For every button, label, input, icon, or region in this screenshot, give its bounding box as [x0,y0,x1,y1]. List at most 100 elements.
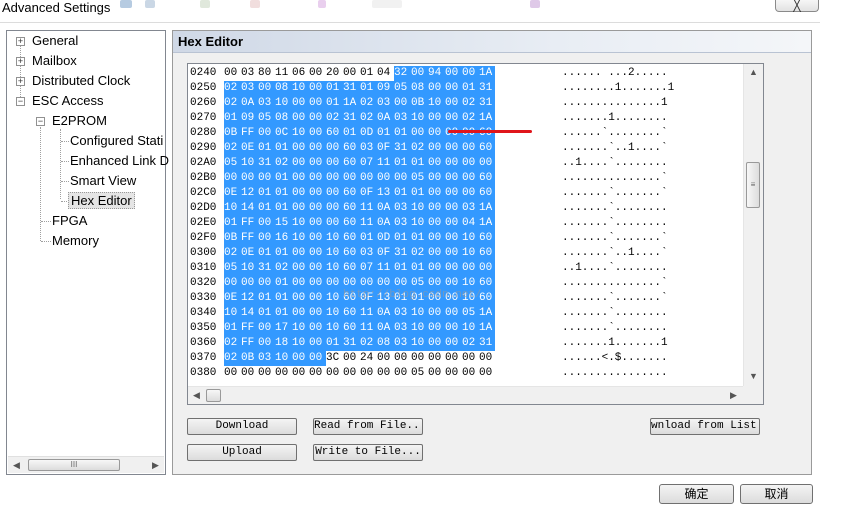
hex-byte[interactable]: 00 [258,126,275,141]
hex-byte[interactable]: 00 [462,186,479,201]
scroll-thumb[interactable] [206,389,221,402]
hex-byte[interactable]: 03 [241,81,258,96]
hex-byte[interactable]: 11 [377,156,394,171]
hex-byte[interactable]: 01 [394,231,411,246]
hex-byte[interactable]: 10 [224,306,241,321]
scroll-left-icon[interactable]: ◀ [8,457,25,473]
hex-byte[interactable]: 31 [394,246,411,261]
hex-byte[interactable]: 02 [224,246,241,261]
hex-byte[interactable]: 00 [292,366,309,381]
hex-byte[interactable]: 00 [326,171,343,186]
hex-byte[interactable]: 03 [360,246,377,261]
hex-byte[interactable]: 00 [377,351,394,366]
hex-byte[interactable]: 08 [275,81,292,96]
hex-byte[interactable]: 05 [411,366,428,381]
hex-byte[interactable]: 00 [258,276,275,291]
hex-byte[interactable]: 03 [258,96,275,111]
hex-byte[interactable]: 10 [462,321,479,336]
hex-byte[interactable]: 10 [462,231,479,246]
hex-bytes[interactable]: 02 0A 03 10 00 00 01 1A 02 03 00 0B 10 00 02 31 [224,96,495,111]
hex-byte[interactable]: 05 [224,261,241,276]
hex-byte[interactable]: 00 [445,216,462,231]
hex-byte[interactable]: 01 [224,216,241,231]
tree-item-fpga[interactable]: FPGA [50,212,89,230]
hex-byte[interactable]: 00 [428,351,445,366]
hex-byte[interactable]: 00 [309,111,326,126]
hex-byte[interactable]: 00 [428,81,445,96]
hex-byte[interactable]: 15 [275,216,292,231]
hex-byte[interactable]: 00 [292,261,309,276]
hex-byte[interactable]: 07 [360,261,377,276]
hex-byte[interactable]: 10 [326,261,343,276]
hex-byte[interactable]: 60 [343,141,360,156]
hex-bytes[interactable]: 05 10 31 02 00 00 00 60 07 11 01 01 00 00 00 00 [224,156,495,171]
hex-bytes[interactable]: 01 09 05 08 00 00 02 31 02 0A 03 10 00 00 02 1A [224,111,495,126]
hex-byte[interactable]: 60 [343,186,360,201]
hex-byte[interactable]: 60 [479,246,495,261]
hex-byte[interactable]: 09 [377,81,394,96]
hex-byte[interactable]: 00 [445,306,462,321]
hex-bytes[interactable]: 01 FF 00 17 10 00 10 60 11 0A 03 10 00 00 10 1A [224,321,495,336]
hex-byte[interactable]: 18 [275,336,292,351]
collapse-icon[interactable]: − [16,97,25,106]
hex-byte[interactable]: 12 [241,291,258,306]
hex-byte[interactable]: 60 [343,246,360,261]
hex-byte[interactable]: 00 [292,96,309,111]
hex-byte[interactable]: 14 [241,201,258,216]
hex-byte[interactable]: 03 [394,111,411,126]
hex-byte[interactable]: 14 [241,306,258,321]
hex-byte[interactable]: 00 [275,366,292,381]
hex-byte[interactable]: 94 [428,66,445,81]
hex-byte[interactable]: 00 [241,276,258,291]
hex-byte[interactable]: 03 [394,201,411,216]
hex-byte[interactable]: 13 [377,186,394,201]
hex-byte[interactable]: 04 [377,66,394,81]
hex-byte[interactable]: 31 [479,96,495,111]
hex-byte[interactable]: 00 [445,81,462,96]
hex-byte[interactable]: 10 [292,231,309,246]
hex-byte[interactable]: 07 [360,156,377,171]
hex-byte[interactable]: 00 [309,306,326,321]
hex-byte[interactable]: 03 [394,216,411,231]
hex-byte[interactable]: 0A [377,321,394,336]
hex-byte[interactable]: 00 [428,201,445,216]
hex-byte[interactable]: 02 [462,336,479,351]
hex-byte[interactable]: 10 [292,216,309,231]
hex-byte[interactable]: 16 [275,231,292,246]
hex-byte[interactable]: 01 [411,156,428,171]
hex-byte[interactable]: 01 [411,186,428,201]
hex-byte[interactable]: 00 [224,66,241,81]
hex-byte[interactable]: 10 [292,336,309,351]
hex-byte[interactable]: 00 [309,156,326,171]
hex-byte[interactable]: 01 [275,201,292,216]
hex-byte[interactable]: 0A [377,111,394,126]
hex-byte[interactable]: 02 [360,111,377,126]
hex-byte[interactable]: 01 [224,321,241,336]
scroll-down-icon[interactable]: ▼ [745,368,762,384]
hex-byte[interactable]: 00 [377,171,394,186]
hex-byte[interactable]: 00 [445,246,462,261]
hex-byte[interactable]: 10 [241,156,258,171]
hex-byte[interactable]: 10 [275,96,292,111]
hex-byte[interactable]: 00 [309,336,326,351]
hex-byte[interactable]: 00 [479,261,495,276]
read-from-file-button[interactable]: Read from File... [313,418,423,435]
hex-byte[interactable]: 11 [360,216,377,231]
hex-byte[interactable]: 00 [445,156,462,171]
hex-byte[interactable]: 00 [241,366,258,381]
hex-byte[interactable]: 1A [479,321,495,336]
hex-byte[interactable]: 00 [360,171,377,186]
hex-byte[interactable]: 00 [326,216,343,231]
hex-byte[interactable]: 00 [428,186,445,201]
hex-byte[interactable]: 08 [275,111,292,126]
hex-byte[interactable]: 32 [394,66,411,81]
hex-byte[interactable]: 00 [445,171,462,186]
hex-byte[interactable]: 0A [377,201,394,216]
hex-byte[interactable]: 60 [479,141,495,156]
hex-view[interactable]: 0240 00 03 80 11 06 00 20 00 01 04 32 00 94 00 00 1A....… [187,63,764,405]
hex-byte[interactable]: 02 [275,261,292,276]
hex-byte[interactable]: 02 [360,336,377,351]
hex-byte[interactable]: 06 [292,66,309,81]
hex-byte[interactable]: 01 [394,186,411,201]
hex-byte[interactable]: 00 [445,351,462,366]
